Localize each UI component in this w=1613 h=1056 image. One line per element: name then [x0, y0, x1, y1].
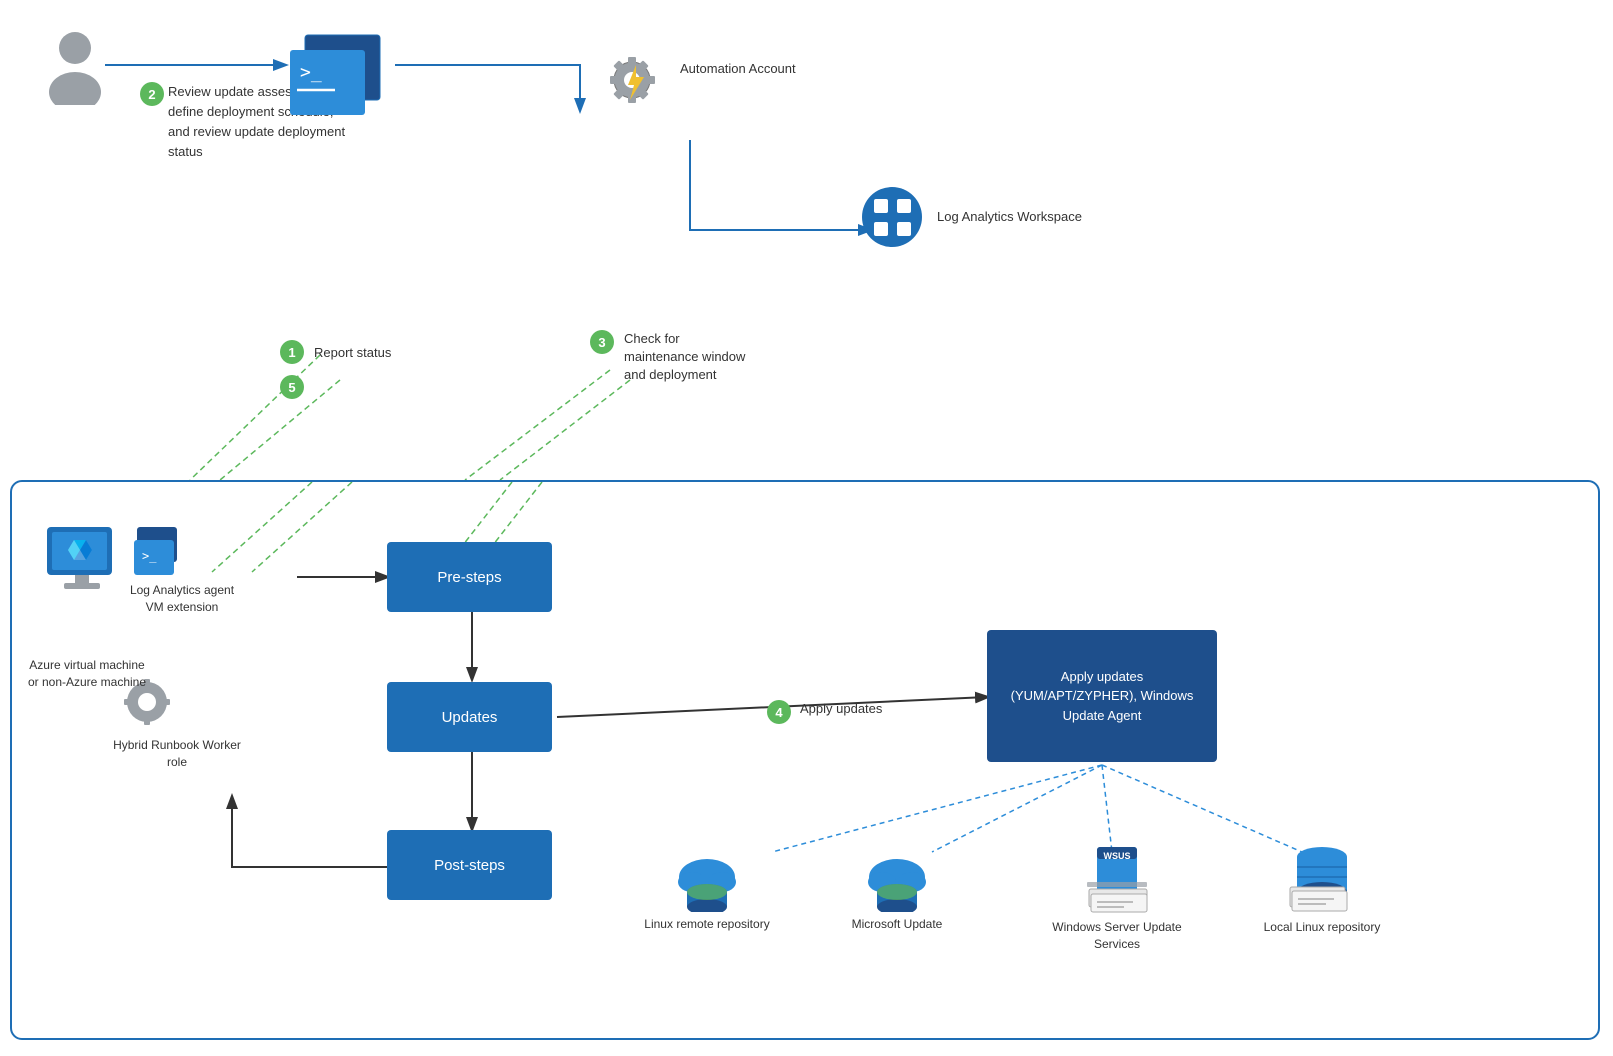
- step1-area: 1 Report status: [280, 340, 391, 364]
- azure-vm-icon: [42, 522, 122, 600]
- apply-updates-box: Apply updates (YUM/APT/ZYPHER), Windows …: [987, 630, 1217, 762]
- svg-text:>_: >_: [300, 62, 322, 83]
- automation-account-icon: [590, 35, 675, 123]
- person-svg: [45, 30, 105, 105]
- step4-area: 4 Apply updates: [767, 700, 882, 724]
- presteps-box: Pre-steps: [387, 542, 552, 612]
- step1-text: Report status: [314, 345, 391, 360]
- step3-area: 3 Check for maintenance window and deplo…: [590, 330, 750, 385]
- repo-local-linux: Local Linux repository: [1252, 837, 1392, 936]
- automation-account-label: Automation Account: [680, 60, 800, 78]
- svg-text:WSUS: WSUS: [1104, 851, 1131, 861]
- portal-icon: >_: [285, 20, 395, 123]
- repo-wsus: WSUS Windows Server Update Services: [1042, 837, 1192, 953]
- step4-circle: 4: [767, 700, 791, 724]
- updates-label: Updates: [442, 709, 498, 726]
- step3-circle: 3: [590, 330, 614, 354]
- bottom-section: >_ Log Analytics agent VM extension Hybr…: [10, 480, 1600, 1040]
- poststeps-box: Post-steps: [387, 830, 552, 900]
- la-agent-icon: >_: [132, 522, 187, 580]
- step2-circle: 2: [140, 82, 164, 106]
- repo-local-linux-label: Local Linux repository: [1252, 919, 1392, 936]
- step1-circle: 1: [280, 340, 304, 364]
- repo-microsoft-update-label: Microsoft Update: [832, 916, 962, 933]
- top-arrows-svg: [0, 0, 1613, 490]
- poststeps-label: Post-steps: [434, 857, 505, 874]
- repo-linux-remote-label: Linux remote repository: [642, 916, 772, 933]
- repo-wsus-label: Windows Server Update Services: [1042, 919, 1192, 953]
- repo-microsoft-update: Microsoft Update: [832, 847, 962, 933]
- la-agent-label: Log Analytics agent VM extension: [122, 582, 242, 616]
- log-analytics-icon: Log Analytics Workspace: [860, 185, 1082, 250]
- bottom-arrows-svg: [12, 482, 1598, 1038]
- step4-text: Apply updates: [800, 700, 882, 718]
- apply-updates-label: Apply updates (YUM/APT/ZYPHER), Windows …: [999, 667, 1205, 726]
- step3-text: Check for maintenance window and deploym…: [624, 330, 750, 385]
- step5-area: 5: [280, 375, 308, 399]
- repo-linux-remote: Linux remote repository: [642, 847, 772, 933]
- step2-badge: 2: [140, 82, 168, 106]
- diagram-container: 2 Review update assessment, define deplo…: [0, 0, 1613, 1056]
- hybrid-runbook-label: Hybrid Runbook Worker role: [112, 737, 242, 771]
- log-analytics-label: Log Analytics Workspace: [937, 208, 1082, 226]
- step5-circle: 5: [280, 375, 304, 399]
- updates-box: Updates: [387, 682, 552, 752]
- person-icon: [40, 30, 110, 108]
- presteps-label: Pre-steps: [437, 569, 501, 586]
- azure-vm-label: Azure virtual machine or non-Azure machi…: [27, 657, 147, 691]
- svg-text:>_: >_: [142, 549, 157, 563]
